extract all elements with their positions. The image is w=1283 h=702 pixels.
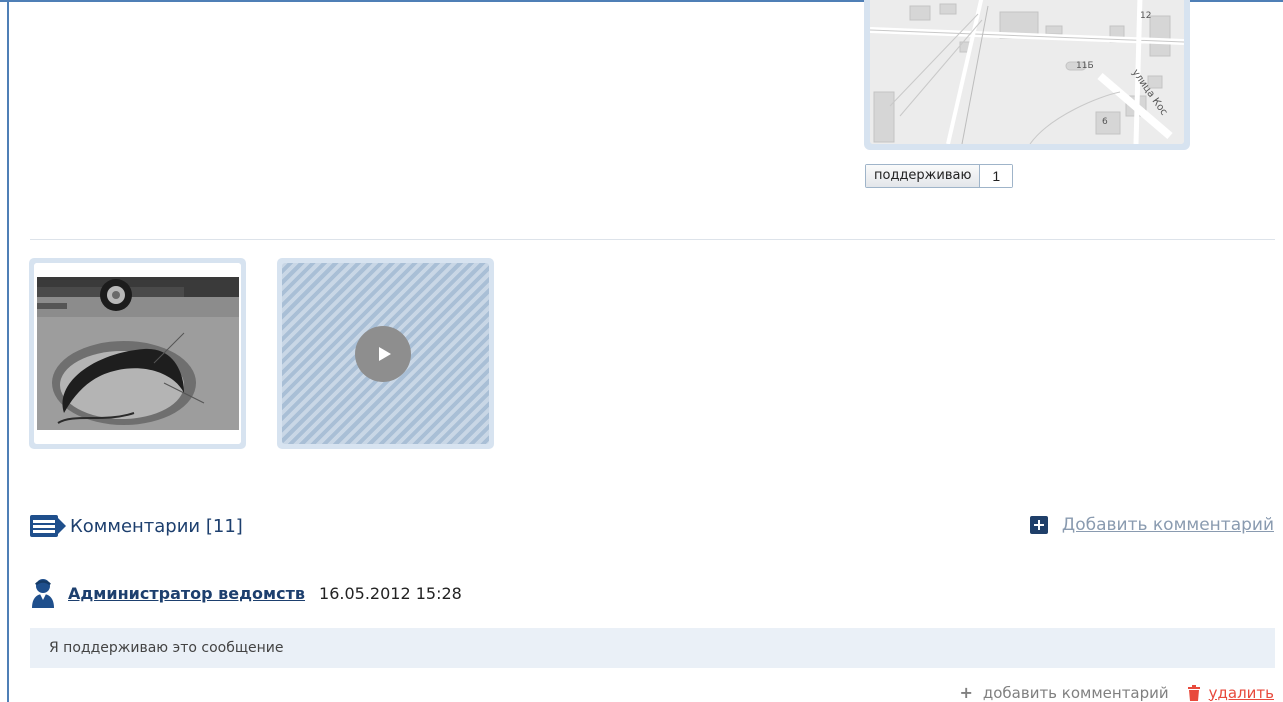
video-thumbnail[interactable] [277,258,494,449]
comments-title: Комментарии [11] [70,515,243,537]
reply-comment-label[interactable]: добавить комментарий [983,684,1169,702]
support-count: 1 [980,165,1013,187]
video-frame [282,263,489,444]
trash-icon[interactable] [1187,684,1201,701]
map-label-11b: 11Б [1076,61,1094,71]
pothole-photo-icon [34,263,241,444]
map-label-12: 12 [1140,11,1151,21]
reply-comment-link[interactable]: + добавить комментарий [959,683,1168,702]
comment-author-link[interactable]: Администратор ведомств [68,584,305,603]
reply-plus-icon: + [959,683,973,702]
comment-meta: Администратор ведомств 16.05.2012 15:28 [30,578,462,608]
comment-text: Я поддерживаю это сообщение [30,628,1275,668]
play-icon[interactable] [355,326,411,382]
support-button-label[interactable]: поддерживаю [866,165,981,187]
section-divider [30,239,1275,240]
comment-date: 16.05.2012 15:28 [319,583,462,603]
user-avatar-icon [32,579,54,608]
map-drawing: 12 11Б 6 улица Кос [870,0,1184,144]
add-plus-icon [1029,516,1048,534]
add-comment-link[interactable]: Добавить комментарий [1029,515,1274,535]
content-frame-left-border [7,0,9,702]
map-label-6: 6 [1102,117,1108,127]
photo-thumbnail[interactable] [29,258,246,449]
comments-header: Комментарии [11] [30,514,243,538]
comments-list-icon [30,515,66,537]
support-button[interactable]: поддерживаю 1 [865,164,1014,188]
add-comment-link-text[interactable]: Добавить комментарий [1062,515,1274,535]
play-triangle-icon [379,347,391,361]
location-map[interactable]: 12 11Б 6 улица Кос [864,0,1190,150]
map-canvas: 12 11Б 6 улица Кос [870,0,1184,144]
photo-frame [34,263,241,444]
delete-comment-link[interactable]: удалить [1209,684,1274,702]
comment-actions: + добавить комментарий удалить [959,683,1274,702]
